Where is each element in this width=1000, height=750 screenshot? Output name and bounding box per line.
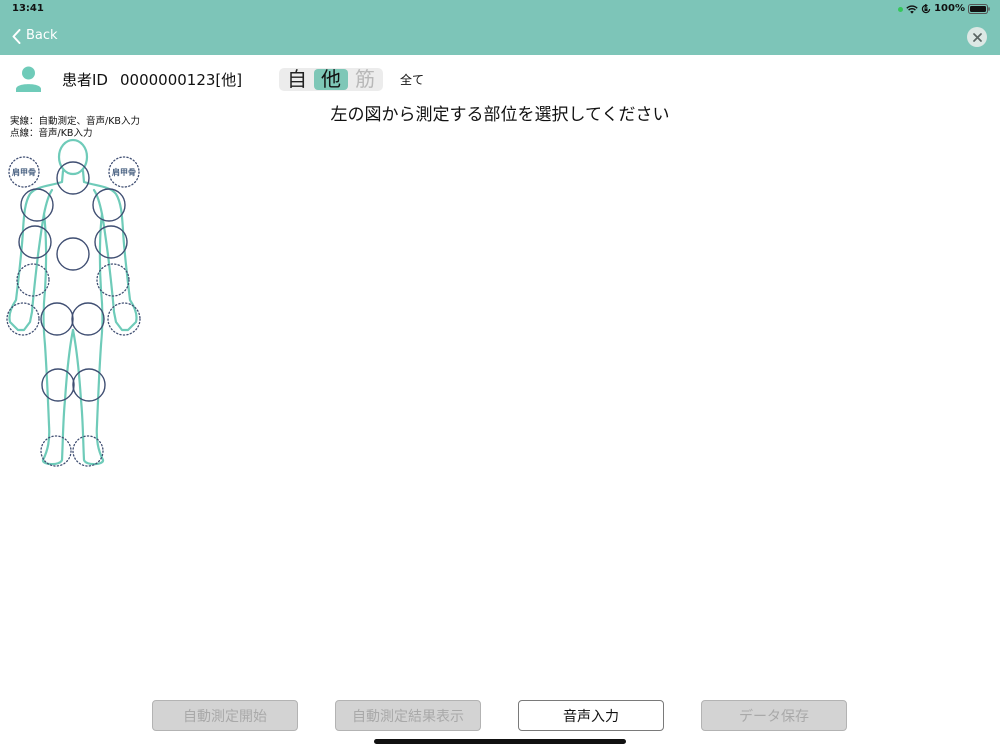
save-data-button[interactable]: データ保存	[701, 700, 847, 731]
segment-self[interactable]: 自	[280, 69, 314, 90]
line-legend: 実線：自動測定、音声/KB入力 点線：音声/KB入力	[10, 116, 140, 140]
home-indicator[interactable]	[374, 739, 626, 744]
hip-left-circle[interactable]	[40, 302, 74, 336]
hand-right-circle[interactable]	[107, 302, 141, 336]
hip-right-circle[interactable]	[71, 302, 105, 336]
wifi-icon	[906, 4, 918, 14]
scapula-right[interactable]: 肩甲骨	[108, 156, 140, 188]
hand-left-circle[interactable]	[6, 302, 40, 336]
battery-icon	[968, 4, 990, 14]
chevron-left-icon	[12, 28, 21, 44]
elbow-right-circle[interactable]	[94, 225, 128, 259]
wrist-left-circle[interactable]	[16, 263, 50, 297]
segment-other[interactable]: 他	[314, 69, 348, 90]
person-icon	[16, 66, 41, 92]
auto-measure-results-button[interactable]: 自動測定結果表示	[335, 700, 481, 731]
status-indicators: 100%	[898, 3, 990, 15]
back-label: Back	[26, 28, 58, 43]
shoulder-right-circle[interactable]	[92, 188, 126, 222]
trunk-circle[interactable]	[56, 237, 90, 271]
auto-measure-start-button[interactable]: 自動測定開始	[152, 700, 298, 731]
scapula-right-label: 肩甲骨	[112, 167, 136, 177]
instruction-text: 左の図から測定する部位を選択してください	[330, 105, 670, 125]
close-button[interactable]	[967, 27, 987, 47]
camera-indicator-icon	[898, 6, 904, 12]
header-bar: 13:41 100% Back	[0, 0, 1000, 55]
shoulder-left-circle[interactable]	[20, 188, 54, 222]
close-icon	[972, 32, 982, 42]
foot-right-circle[interactable]	[72, 435, 104, 467]
filter-all-button[interactable]: 全て	[400, 72, 424, 88]
scapula-left[interactable]: 肩甲骨	[8, 156, 40, 188]
segment-muscle[interactable]: 筋	[348, 69, 382, 90]
back-button[interactable]: Back	[12, 26, 58, 46]
battery-percent: 100%	[934, 3, 965, 14]
status-time: 13:41	[12, 3, 44, 14]
patient-id-value: 0000000123[他]	[120, 71, 243, 89]
knee-right-circle[interactable]	[72, 368, 106, 402]
mode-segmented-control: 自 他 筋	[279, 68, 383, 91]
body-map: 肩甲骨 肩甲骨	[6, 138, 141, 467]
patient-id-label: 患者ID	[62, 71, 108, 89]
legend-solid-line: 実線：自動測定、音声/KB入力	[10, 116, 140, 127]
elbow-left-circle[interactable]	[18, 225, 52, 259]
neck-circle[interactable]	[56, 161, 90, 195]
wrist-right-circle[interactable]	[96, 263, 130, 297]
foot-left-circle[interactable]	[40, 435, 72, 467]
rotation-lock-icon	[921, 4, 931, 14]
knee-left-circle[interactable]	[41, 368, 75, 402]
voice-input-button[interactable]: 音声入力	[518, 700, 664, 731]
scapula-left-label: 肩甲骨	[12, 167, 36, 177]
